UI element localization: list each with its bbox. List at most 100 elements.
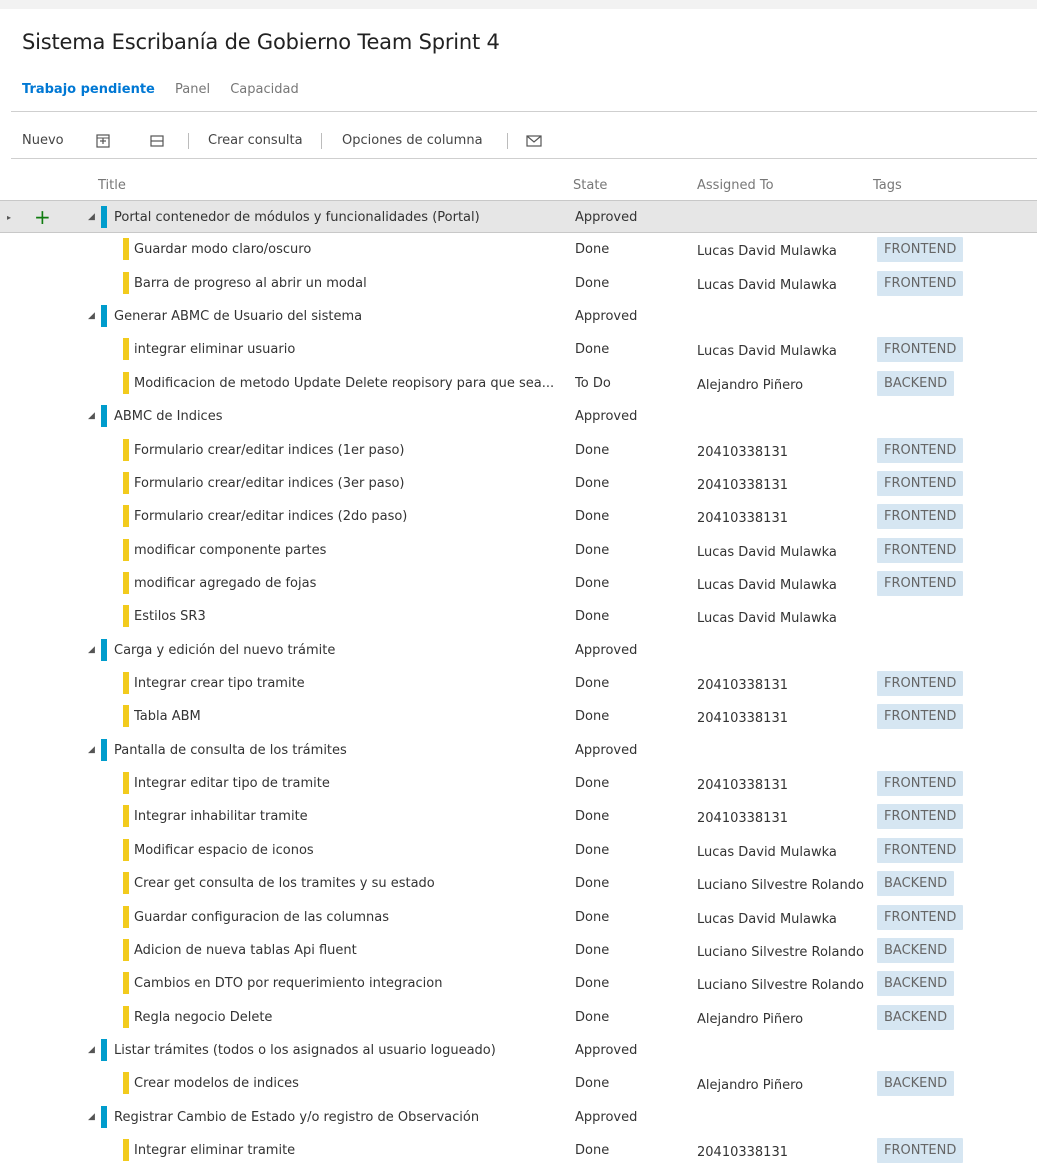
row-title[interactable]: Integrar crear tipo tramite [134, 667, 305, 700]
tag-badge[interactable]: FRONTEND [877, 537, 964, 563]
tag-badge[interactable]: BACKEND [877, 370, 955, 396]
table-row[interactable]: modificar agregado de fojas Done Lucas Dav… [0, 567, 1037, 600]
column-header-title[interactable]: Title [98, 178, 126, 193]
tab-capacity[interactable]: Capacidad [230, 82, 299, 97]
tag-badge[interactable]: BACKEND [877, 871, 955, 897]
row-title[interactable]: Crear modelos de indices [134, 1067, 299, 1100]
table-row[interactable]: Formulario crear/editar indices (1er pas… [0, 434, 1037, 467]
table-row[interactable]: Formulario crear/editar indices (2do pas… [0, 500, 1037, 533]
collapse-all-icon[interactable] [150, 128, 164, 154]
tag-badge[interactable]: FRONTEND [877, 671, 964, 697]
row-title[interactable]: Crear get consulta de los tramites y su … [134, 867, 435, 900]
collapse-triangle-icon[interactable]: ◢ [88, 400, 95, 433]
mail-icon[interactable] [526, 128, 542, 154]
tag-badge[interactable]: FRONTEND [877, 437, 964, 463]
tag-badge[interactable]: FRONTEND [877, 771, 964, 797]
column-options-button[interactable]: Opciones de columna [342, 128, 483, 154]
expand-all-icon[interactable] [96, 128, 110, 154]
row-title[interactable]: Adicion de nueva tablas Api fluent [134, 934, 357, 967]
tag-badge[interactable]: FRONTEND [877, 804, 964, 830]
row-title[interactable]: modificar agregado de fojas [134, 567, 316, 600]
table-row[interactable]: Tabla ABM Done 20410338131 FRONTEND [0, 700, 1037, 733]
add-child-icon[interactable]: + [34, 201, 51, 234]
row-title[interactable]: Registrar Cambio de Estado y/o registro … [114, 1101, 479, 1134]
table-row[interactable]: Integrar eliminar tramite Done 20410338131… [0, 1134, 1037, 1167]
table-row[interactable]: Crear get consulta de los tramites y su … [0, 867, 1037, 900]
tag-badge[interactable]: FRONTEND [877, 1138, 964, 1164]
table-row[interactable]: integrar eliminar usuario Done Lucas David… [0, 333, 1037, 366]
column-header-assigned[interactable]: Assigned To [697, 178, 774, 193]
table-row[interactable]: Integrar editar tipo de tramite Done 20410… [0, 767, 1037, 800]
row-title[interactable]: integrar eliminar usuario [134, 333, 295, 366]
row-title[interactable]: Estilos SR3 [134, 600, 206, 633]
tag-badge[interactable]: FRONTEND [877, 904, 964, 930]
tag-badge[interactable]: FRONTEND [877, 337, 964, 363]
tag-badge[interactable]: BACKEND [877, 1071, 955, 1097]
table-row[interactable]: Guardar configuracion de las columnas Don… [0, 901, 1037, 934]
parent-row[interactable]: ◢ ABMC de Indices Approved [0, 400, 1037, 433]
row-title[interactable]: Formulario crear/editar indices (3er pas… [134, 467, 405, 500]
row-title[interactable]: Formulario crear/editar indices (1er pas… [134, 434, 405, 467]
table-row[interactable]: Integrar crear tipo tramite Done 204103381… [0, 667, 1037, 700]
tag-badge[interactable]: FRONTEND [877, 704, 964, 730]
collapse-triangle-icon[interactable]: ◢ [88, 1101, 95, 1134]
collapse-triangle-icon[interactable]: ◢ [88, 300, 95, 333]
table-row[interactable]: Crear modelos de indices Done Alejandro Pi… [0, 1067, 1037, 1100]
table-row[interactable]: Modificar espacio de iconos Done Lucas Dav… [0, 834, 1037, 867]
row-title[interactable]: Generar ABMC de Usuario del sistema [114, 300, 362, 333]
tag-badge[interactable]: FRONTEND [877, 504, 964, 530]
parent-row[interactable]: ◢ Listar trámites (todos o los asignados … [0, 1034, 1037, 1067]
table-row[interactable]: Guardar modo claro/oscuro Done Lucas David… [0, 233, 1037, 266]
row-title[interactable]: Pantalla de consulta de los trámites [114, 734, 347, 767]
table-row[interactable]: modificar componente partes Done Lucas Dav… [0, 534, 1037, 567]
tag-badge[interactable]: FRONTEND [877, 270, 964, 296]
row-title[interactable]: Regla negocio Delete [134, 1001, 272, 1034]
row-title[interactable]: Integrar editar tipo de tramite [134, 767, 330, 800]
table-row[interactable]: Regla negocio Delete Done Alejandro Piñero… [0, 1001, 1037, 1034]
row-title[interactable]: Guardar modo claro/oscuro [134, 233, 311, 266]
row-title[interactable]: Barra de progreso al abrir un modal [134, 267, 367, 300]
collapse-triangle-icon[interactable]: ◢ [88, 1034, 95, 1067]
row-title[interactable]: Integrar eliminar tramite [134, 1134, 295, 1167]
row-title[interactable]: Listar trámites (todos o los asignados a… [114, 1034, 496, 1067]
parent-row[interactable]: ◢ Registrar Cambio de Estado y/o registro… [0, 1101, 1037, 1134]
table-row[interactable]: Barra de progreso al abrir un modal Done L… [0, 267, 1037, 300]
parent-row[interactable]: ◢ Pantalla de consulta de los trámites App… [0, 734, 1037, 767]
row-title[interactable]: Formulario crear/editar indices (2do pas… [134, 500, 407, 533]
tab-backlog[interactable]: Trabajo pendiente [22, 82, 155, 97]
tag-badge[interactable]: FRONTEND [877, 470, 964, 496]
collapse-triangle-icon[interactable]: ◢ [88, 201, 95, 234]
table-row[interactable]: Estilos SR3 Done Lucas David Mulawka [0, 600, 1037, 633]
column-header-tags[interactable]: Tags [873, 178, 902, 193]
row-title[interactable]: Modificar espacio de iconos [134, 834, 314, 867]
row-title[interactable]: Integrar inhabilitar tramite [134, 800, 308, 833]
create-query-button[interactable]: Crear consulta [208, 128, 303, 154]
row-title[interactable]: Cambios en DTO por requerimiento integra… [134, 967, 442, 1000]
row-title[interactable]: Carga y edición del nuevo trámite [114, 634, 335, 667]
collapse-triangle-icon[interactable]: ◢ [88, 634, 95, 667]
table-row[interactable]: Cambios en DTO por requerimiento integra… [0, 967, 1037, 1000]
row-title[interactable]: Portal contenedor de módulos y funcional… [114, 201, 480, 234]
tag-badge[interactable]: FRONTEND [877, 570, 964, 596]
parent-row[interactable]: ◢ Carga y edición del nuevo trámite Approv… [0, 634, 1037, 667]
new-button[interactable]: Nuevo [22, 128, 64, 154]
tab-board[interactable]: Panel [175, 82, 210, 97]
table-row[interactable]: Integrar inhabilitar tramite Done 20410338… [0, 800, 1037, 833]
tag-badge[interactable]: BACKEND [877, 1004, 955, 1030]
table-row[interactable]: Adicion de nueva tablas Api fluent Done Lu… [0, 934, 1037, 967]
parent-row[interactable]: ◢ Generar ABMC de Usuario del sistema Appr… [0, 300, 1037, 333]
row-title[interactable]: Tabla ABM [134, 700, 201, 733]
row-context-icon[interactable]: ▸ [7, 201, 11, 234]
table-row[interactable]: Formulario crear/editar indices (3er pas… [0, 467, 1037, 500]
tag-badge[interactable]: BACKEND [877, 971, 955, 997]
row-title[interactable]: modificar componente partes [134, 534, 326, 567]
row-title[interactable]: Guardar configuracion de las columnas [134, 901, 389, 934]
column-header-state[interactable]: State [573, 178, 607, 193]
tag-badge[interactable]: FRONTEND [877, 837, 964, 863]
tag-badge[interactable]: FRONTEND [877, 237, 964, 263]
tag-badge[interactable]: BACKEND [877, 937, 955, 963]
row-title[interactable]: Modificacion de metodo Update Delete reo… [134, 367, 554, 400]
table-row[interactable]: Modificacion de metodo Update Delete reo… [0, 367, 1037, 400]
collapse-triangle-icon[interactable]: ◢ [88, 734, 95, 767]
row-title[interactable]: ABMC de Indices [114, 400, 222, 433]
